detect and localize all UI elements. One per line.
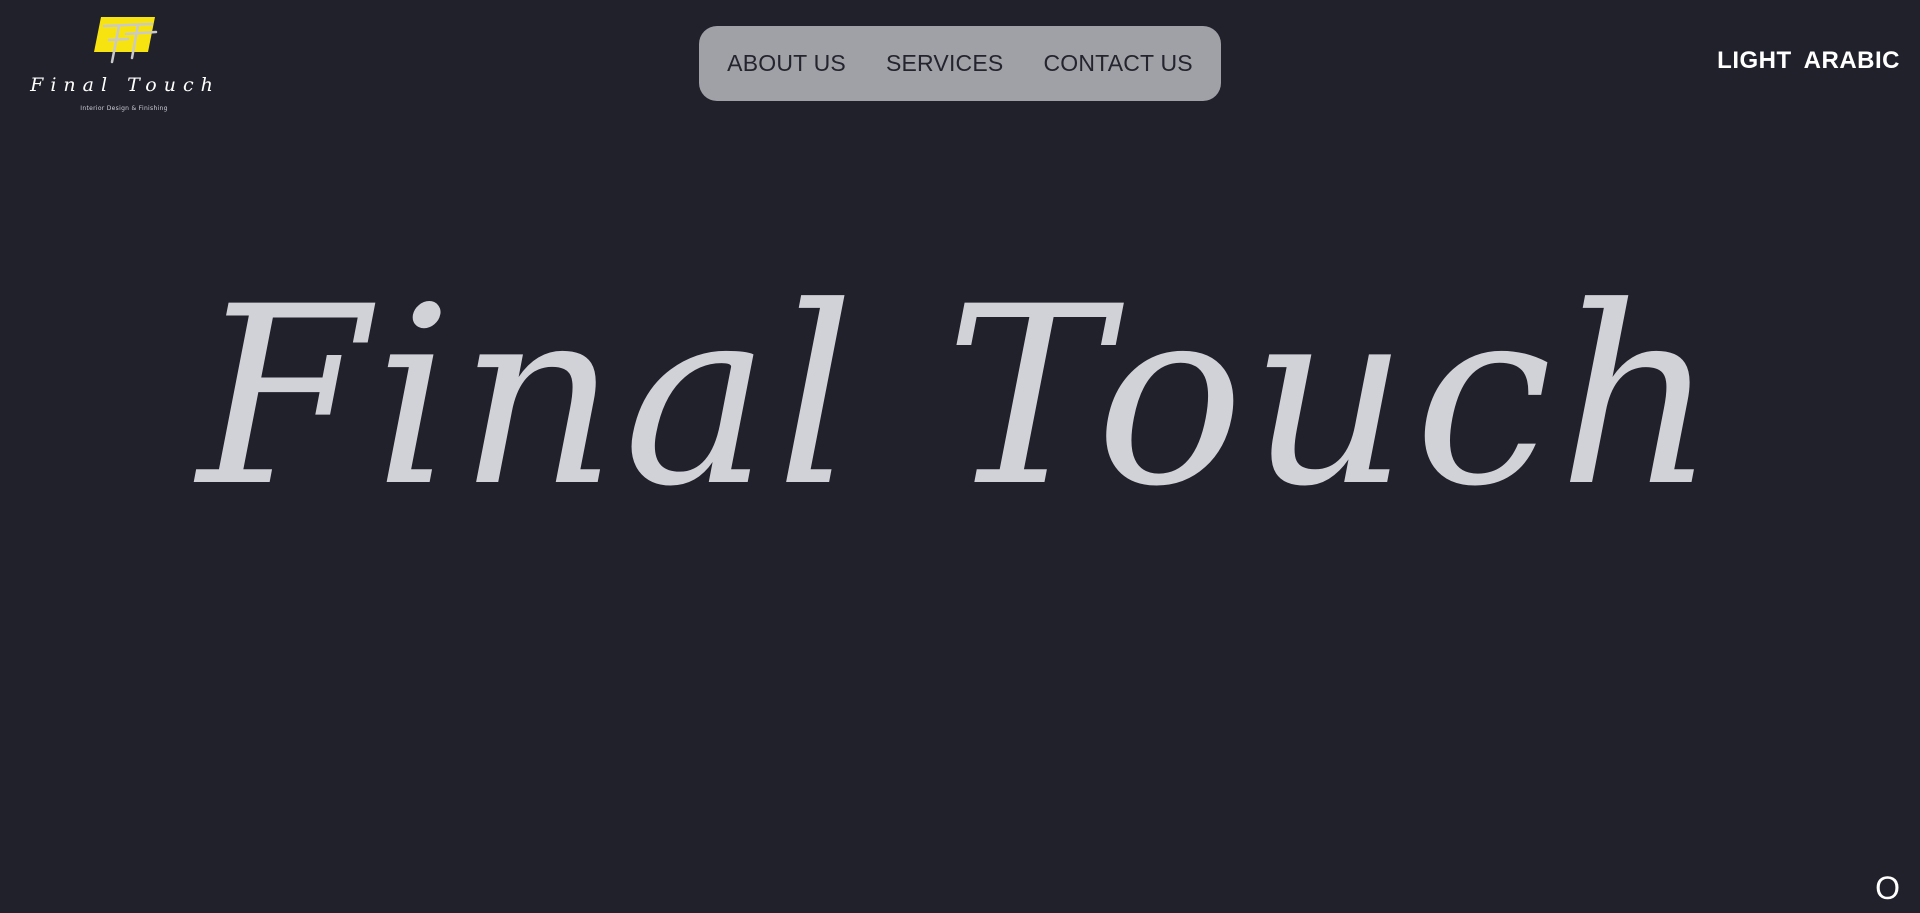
hero-section: Final Touch	[0, 230, 1920, 650]
corner-button[interactable]: O	[1875, 870, 1900, 907]
main-nav: ABOUT US SERVICES CONTACT US	[699, 26, 1221, 101]
light-mode-toggle[interactable]: LIGHT	[1717, 47, 1792, 75]
nav-contact-us[interactable]: CONTACT US	[1043, 50, 1192, 77]
logo-monogram-icon	[94, 17, 158, 64]
top-actions: LIGHT ARABIC	[1717, 47, 1900, 75]
nav-about-us[interactable]: ABOUT US	[727, 50, 846, 77]
hero-title: Final Touch	[197, 255, 1723, 541]
logo-wordmark: Final Touch	[30, 74, 220, 96]
arabic-language-toggle[interactable]: ARABIC	[1804, 47, 1900, 75]
nav-services[interactable]: SERVICES	[886, 50, 1004, 77]
site-logo[interactable]: Final Touch Interior Design & Finishing	[16, 10, 232, 120]
logo-tagline: Interior Design & Finishing	[80, 105, 168, 112]
